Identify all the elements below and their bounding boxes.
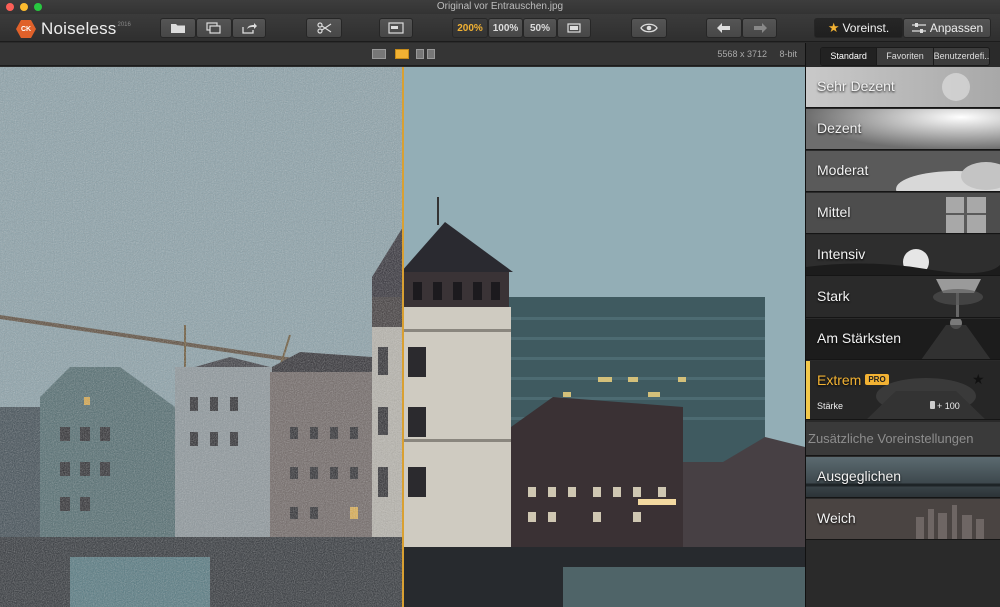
maximize-window-button[interactable] bbox=[34, 3, 42, 11]
sliders-icon bbox=[911, 23, 926, 33]
close-window-button[interactable] bbox=[6, 3, 14, 11]
folder-icon bbox=[171, 24, 185, 33]
share-icon bbox=[242, 23, 257, 34]
scissors-icon bbox=[317, 22, 332, 34]
preset-ausgeglichen[interactable]: Ausgeglichen bbox=[806, 457, 1000, 498]
preset-label: Mittel bbox=[817, 204, 851, 220]
app-year: 2016 bbox=[117, 21, 131, 28]
window-icon bbox=[388, 22, 404, 34]
preset-am-staerksten[interactable]: Am Stärksten bbox=[806, 319, 1000, 360]
selection-indicator bbox=[806, 361, 810, 419]
minimize-window-button[interactable] bbox=[20, 3, 28, 11]
preset-label: Weich bbox=[817, 510, 856, 526]
view-mode-button[interactable] bbox=[379, 18, 413, 38]
batch-button[interactable] bbox=[196, 18, 232, 38]
zoom-100-button[interactable]: 100% bbox=[488, 18, 523, 38]
window-title: Original vor Entrauschen.jpg bbox=[436, 1, 564, 12]
view-options-bar: 5568 x 3712 8-bit bbox=[0, 43, 805, 66]
presets-toggle-label: Voreinst. bbox=[842, 21, 890, 35]
image-bit-depth: 8-bit bbox=[779, 49, 797, 59]
preset-tabs: Standard Favoriten Benutzerdefi... bbox=[820, 47, 990, 66]
stacked-images-icon bbox=[206, 22, 221, 34]
undo-button[interactable] bbox=[706, 18, 742, 38]
denoised-image-half bbox=[403, 67, 805, 607]
image-info: 5568 x 3712 8-bit bbox=[707, 49, 797, 59]
strength-value: + 100 bbox=[937, 401, 960, 411]
preset-extrem[interactable]: Extrem PRO ★ Stärke + 100 bbox=[806, 361, 1000, 420]
side-by-side-left-icon[interactable] bbox=[416, 49, 424, 59]
zoom-50-button[interactable]: 50% bbox=[523, 18, 557, 38]
tab-standard[interactable]: Standard bbox=[821, 48, 878, 65]
preset-label: Sehr Dezent bbox=[817, 78, 895, 94]
presets-panel: Standard Favoriten Benutzerdefi... Sehr … bbox=[805, 43, 1000, 607]
preset-label: Stark bbox=[817, 288, 850, 304]
strength-slider-handle[interactable] bbox=[930, 401, 935, 409]
side-by-side-right-icon[interactable] bbox=[427, 49, 435, 59]
tab-benutzerdefiniert[interactable]: Benutzerdefi... bbox=[934, 48, 989, 65]
split-view-icon[interactable] bbox=[395, 49, 409, 59]
pro-badge: PRO bbox=[865, 374, 889, 385]
favorite-star-icon[interactable]: ★ bbox=[972, 371, 985, 388]
eye-icon bbox=[640, 23, 658, 33]
redo-arrow-icon bbox=[753, 23, 767, 33]
main-toolbar: CK Noiseless 2016 200% 100% 50% ★ Vorein… bbox=[0, 14, 1000, 42]
app-brand: CK Noiseless 2016 bbox=[16, 19, 131, 39]
preset-label: Moderat bbox=[817, 162, 869, 178]
image-dimensions: 5568 x 3712 bbox=[717, 49, 767, 59]
strength-label: Stärke bbox=[817, 401, 844, 411]
preset-sehr-dezent[interactable]: Sehr Dezent bbox=[806, 67, 1000, 108]
original-image-half bbox=[0, 67, 403, 607]
adjust-toggle-button[interactable]: Anpassen bbox=[903, 18, 991, 38]
preset-label: Dezent bbox=[817, 120, 862, 136]
preset-label: Ausgeglichen bbox=[817, 468, 902, 484]
open-file-button[interactable] bbox=[160, 18, 196, 38]
adjust-toggle-label: Anpassen bbox=[929, 21, 984, 35]
undo-arrow-icon bbox=[717, 23, 730, 33]
presets-toggle-button[interactable]: ★ Voreinst. bbox=[814, 18, 903, 38]
extra-presets-header: Zusätzliche Voreinstellungen bbox=[806, 422, 1000, 456]
preset-dezent[interactable]: Dezent bbox=[806, 109, 1000, 150]
preset-stark[interactable]: Stark bbox=[806, 277, 1000, 318]
preset-moderat[interactable]: Moderat bbox=[806, 151, 1000, 192]
app-logo-icon: CK bbox=[16, 20, 36, 38]
single-view-icon[interactable] bbox=[372, 49, 386, 59]
fit-screen-icon bbox=[567, 23, 581, 33]
preset-label: Am Stärksten bbox=[817, 330, 902, 346]
cut-button[interactable] bbox=[306, 18, 342, 38]
tab-favoriten[interactable]: Favoriten bbox=[877, 48, 934, 65]
share-button[interactable] bbox=[232, 18, 266, 38]
image-canvas[interactable] bbox=[0, 67, 805, 607]
star-icon: ★ bbox=[827, 20, 840, 35]
preset-label-extrem: Extrem PRO bbox=[817, 372, 889, 388]
redo-button[interactable] bbox=[742, 18, 777, 38]
split-divider-handle[interactable] bbox=[402, 67, 404, 607]
window-titlebar: Original vor Entrauschen.jpg bbox=[0, 0, 1000, 14]
preset-label: Intensiv bbox=[817, 246, 866, 262]
preset-mittel[interactable]: Mittel bbox=[806, 193, 1000, 234]
preview-toggle-button[interactable] bbox=[631, 18, 667, 38]
zoom-200-button[interactable]: 200% bbox=[452, 18, 488, 38]
preset-weich[interactable]: Weich bbox=[806, 499, 1000, 540]
preset-intensiv[interactable]: Intensiv bbox=[806, 235, 1000, 276]
fit-to-screen-button[interactable] bbox=[557, 18, 591, 38]
app-name: Noiseless bbox=[41, 19, 117, 38]
